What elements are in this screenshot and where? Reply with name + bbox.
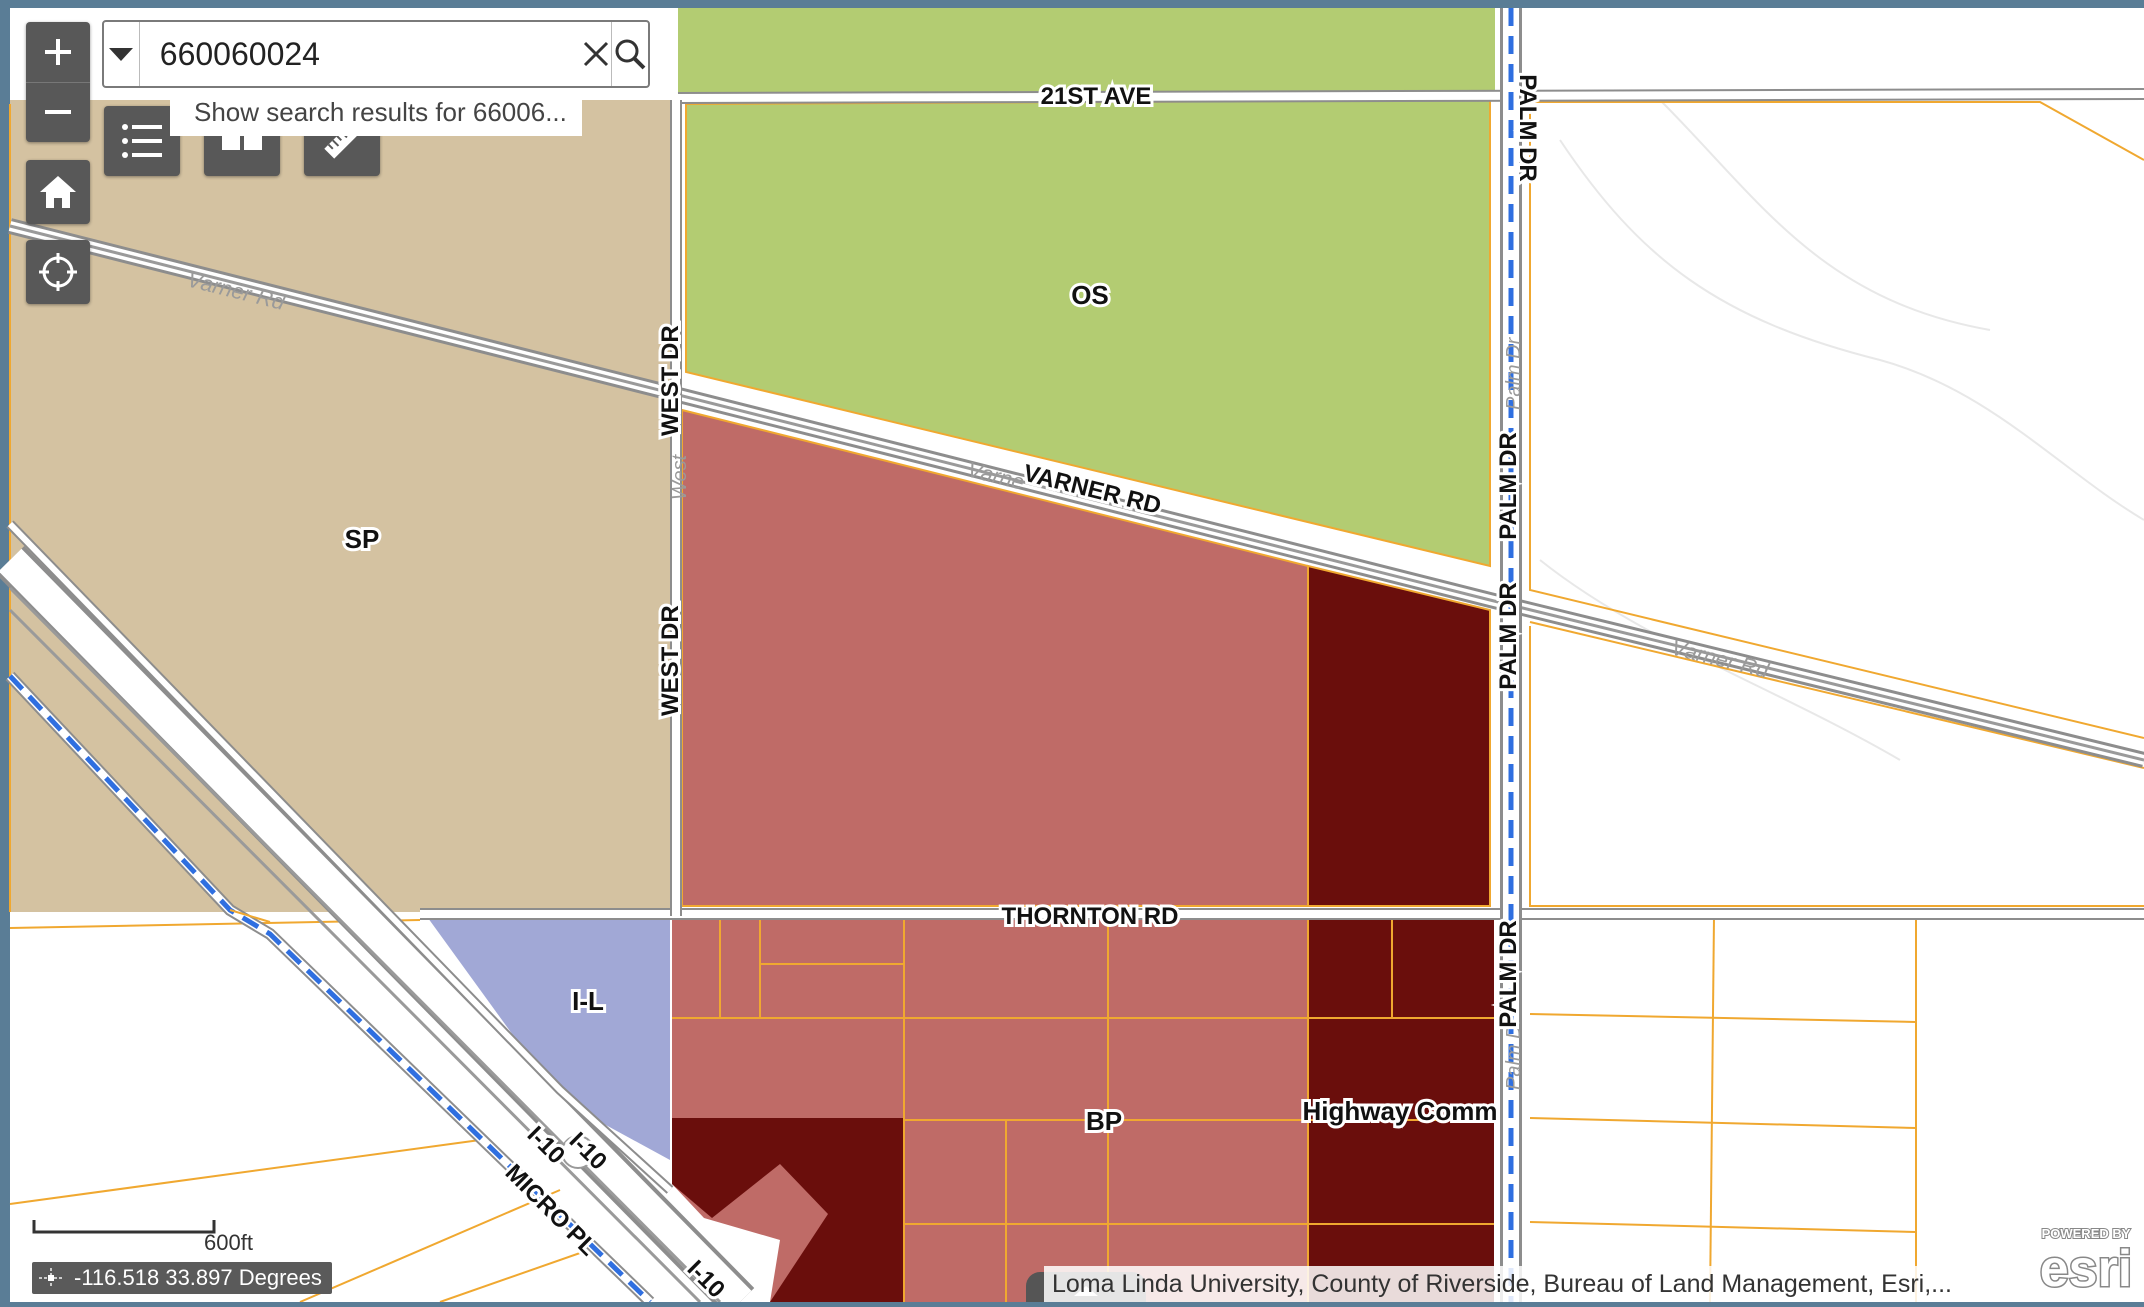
search-submit-button[interactable] (611, 22, 648, 86)
label-21st-ave: 21ST AVE (1041, 83, 1152, 110)
zoom-out-button[interactable] (26, 83, 90, 143)
zone-highway-comm-north[interactable] (1307, 564, 1491, 907)
zone-label-highway-comm: Highway Comm (1302, 1096, 1497, 1126)
coordinate-readout[interactable]: -116.518 33.897 Degrees (32, 1262, 332, 1294)
label-west-dr-south: WEST DR (657, 605, 684, 716)
close-icon (584, 41, 609, 67)
basemap-palm-label: Palm Dr (1503, 336, 1525, 410)
search-widget (102, 20, 650, 88)
label-palm-dr-1: PALM DR (1514, 74, 1541, 182)
home-icon (40, 176, 76, 208)
label-palm-dr-4: PALM DR (1495, 920, 1522, 1028)
home-button[interactable] (26, 160, 90, 224)
locate-button[interactable] (26, 240, 90, 304)
zoom-in-button[interactable] (26, 22, 90, 83)
coordinate-text: -116.518 33.897 Degrees (74, 1265, 322, 1290)
zoom-control (26, 22, 90, 142)
esri-brand-text: esri (2040, 1240, 2133, 1298)
esri-logo[interactable]: POWERED BY esri (2028, 1222, 2144, 1302)
layer-list-button[interactable] (104, 106, 180, 176)
label-palm-dr-3: PALM DR (1495, 582, 1522, 690)
caret-down-icon (109, 48, 134, 61)
basemap-west-label: West (669, 453, 691, 500)
zone-label-os: OS (1071, 280, 1109, 310)
label-thornton-rd: THORNTON RD (1002, 903, 1179, 930)
search-clear-button[interactable] (582, 22, 611, 86)
search-icon (615, 39, 646, 70)
search-source-dropdown[interactable] (104, 22, 140, 86)
map-canvas[interactable]: Varner Rd Varne Varner Rd Palm Dr Palm D… (0, 0, 2144, 1302)
list-icon (122, 124, 162, 158)
scale-label: 600ft (204, 1230, 253, 1255)
attribution-text: Loma Linda University, County of Riversi… (1044, 1266, 2024, 1302)
esri-logo-icon: POWERED BY esri (2038, 1225, 2134, 1300)
search-suggestion[interactable]: Show search results for 66006... (170, 88, 582, 136)
zone-label-bp: BP (1086, 1106, 1122, 1136)
esri-powered-text: POWERED BY (2042, 1226, 2131, 1241)
plus-icon (45, 38, 71, 65)
label-west-dr-north: WEST DR (657, 325, 684, 436)
search-input[interactable] (139, 22, 582, 86)
label-palm-dr-2: PALM DR (1495, 432, 1522, 540)
zone-label-sp: SP (345, 524, 380, 554)
zone-label-il: I-L (572, 986, 604, 1016)
minus-icon (45, 110, 71, 115)
crosshair-icon (39, 1268, 63, 1288)
locate-icon (39, 253, 77, 291)
